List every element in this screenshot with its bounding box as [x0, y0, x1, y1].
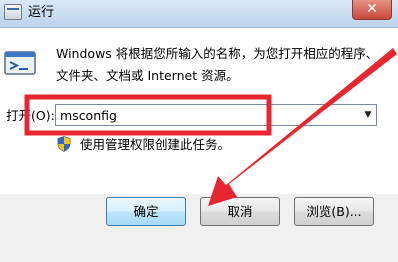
- description-line-2: 文件夹、文档或 Internet 资源。: [56, 68, 239, 83]
- open-label: 打开(O):: [6, 108, 55, 123]
- description-line-1: Windows 将根据您所输入的名称，为您打开相应的程序、: [56, 46, 379, 61]
- command-input[interactable]: [55, 104, 377, 126]
- chevron-down-icon[interactable]: ▼: [360, 105, 376, 125]
- dialog-description: Windows 将根据您所输入的名称，为您打开相应的程序、 文件夹、文档或 In…: [56, 43, 386, 87]
- run-dialog-icon: [4, 51, 36, 75]
- admin-privilege-note: 使用管理权限创建此任务。: [80, 137, 231, 152]
- browse-button[interactable]: 浏览(B)...: [294, 197, 374, 226]
- close-button[interactable]: ✕: [352, 0, 392, 20]
- ok-button[interactable]: 确定: [106, 197, 186, 226]
- uac-shield-icon: [57, 136, 71, 152]
- run-app-icon: [4, 4, 22, 20]
- cancel-button[interactable]: 取消: [200, 197, 280, 226]
- close-icon: ✕: [366, 1, 378, 17]
- window-title: 运行: [28, 5, 55, 20]
- title-bar[interactable]: 运行 ✕: [0, 0, 398, 28]
